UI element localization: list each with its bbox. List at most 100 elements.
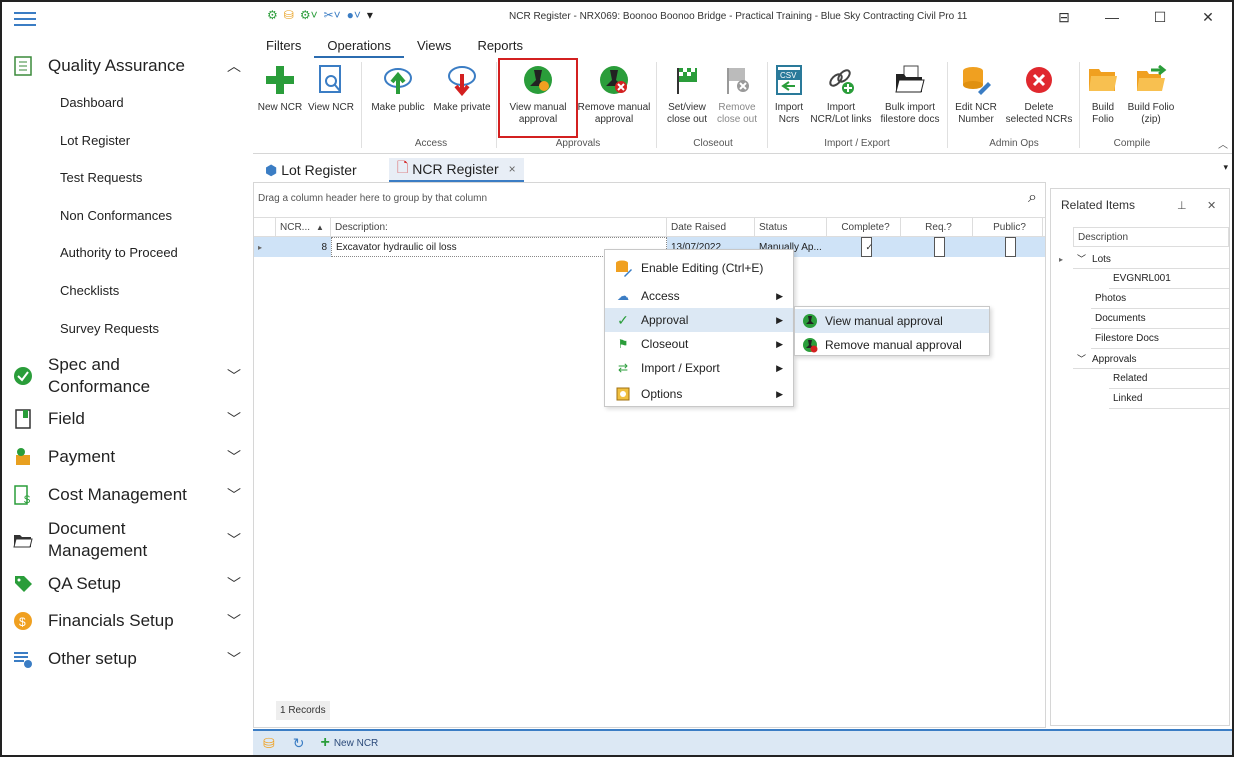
tab-ncr-register[interactable]: 🗋 NCR Register × — [389, 158, 524, 182]
make-private-button[interactable]: Make private — [431, 64, 493, 114]
sidebar-section-financials-setup[interactable]: $ Financials Setup ﹀ — [12, 610, 242, 632]
tab-operations[interactable]: Operations — [314, 36, 404, 58]
user-settings-icon[interactable]: ⚙˅ — [300, 8, 318, 22]
sidebar-section-payment[interactable]: Payment ﹀ — [12, 446, 242, 468]
remove-close-out-button[interactable]: Remove close out — [713, 64, 761, 126]
sidebar-section-quality-assurance[interactable]: Quality Assurance ︿ — [12, 55, 242, 77]
search-icon[interactable]: ⌕ — [1028, 189, 1037, 207]
new-ncr-button[interactable]: New NCR — [257, 64, 303, 114]
sidebar-item-checklists[interactable]: Checklists — [60, 283, 119, 298]
chevron-down-icon[interactable]: ﹀ — [226, 530, 242, 550]
tree-node-linked[interactable]: Linked — [1109, 389, 1229, 409]
new-ncr-bottom-button[interactable]: + New NCR — [320, 734, 378, 752]
tree-node-lot-item[interactable]: EVGNRL001 — [1109, 269, 1229, 289]
tree-node-lots[interactable]: ﹀ Lots — [1073, 249, 1229, 269]
customize-toolbar-icon[interactable]: ▾ — [367, 8, 373, 22]
chevron-down-icon[interactable]: ﹀ — [226, 574, 242, 594]
chevron-down-icon[interactable]: ﹀ — [226, 366, 242, 386]
close-button[interactable]: ✕ — [1184, 2, 1232, 32]
delete-selected-ncrs-button[interactable]: Delete selected NCRs — [1003, 64, 1075, 126]
menu-item-approval[interactable]: ✓ Approval ▶ — [605, 308, 793, 332]
sidebar-item-dashboard[interactable]: Dashboard — [60, 95, 124, 110]
sidebar-item-test-requests[interactable]: Test Requests — [60, 170, 142, 185]
row-expand-icon[interactable]: ▸ — [254, 237, 276, 257]
tab-filters[interactable]: Filters — [253, 36, 314, 58]
hamburger-menu-icon[interactable] — [14, 12, 36, 28]
refresh-icon[interactable]: ↻ — [293, 735, 305, 752]
column-header-req[interactable]: Req.? — [901, 218, 973, 236]
menu-item-access[interactable]: ☁ Access ▶ — [605, 284, 793, 308]
chevron-down-icon[interactable]: ﹀ — [226, 409, 242, 429]
ribbon-display-icon[interactable]: ⊟ — [1040, 2, 1088, 32]
tree-node-filestore-docs[interactable]: Filestore Docs — [1091, 329, 1229, 349]
chevron-down-icon[interactable]: ﹀ — [226, 611, 242, 631]
public-checkbox[interactable] — [1004, 237, 1016, 257]
row-expand-icon[interactable]: ▸ — [1059, 255, 1063, 264]
user-icon[interactable]: ●˅ — [347, 8, 361, 22]
maximize-button[interactable]: ☐ — [1136, 2, 1184, 32]
remove-manual-approval-button[interactable]: Remove manual approval — [577, 64, 651, 126]
sidebar-item-non-conformances[interactable]: Non Conformances — [60, 208, 172, 223]
req-checkbox[interactable] — [933, 237, 945, 257]
column-header-complete[interactable]: Complete? — [827, 218, 901, 236]
import-ncrs-button[interactable]: CSV Import Ncrs — [771, 64, 807, 126]
sidebar-section-field[interactable]: Field ﹀ — [12, 408, 242, 430]
column-header-date-raised[interactable]: Date Raised — [667, 218, 755, 236]
menu-item-view-manual-approval[interactable]: View manual approval — [795, 309, 989, 333]
menu-item-import-export[interactable]: ⇄ Import / Export ▶ — [605, 356, 793, 380]
sidebar-item-authority-to-proceed[interactable]: Authority to Proceed — [60, 245, 178, 260]
tab-views[interactable]: Views — [404, 36, 464, 58]
sidebar-section-cost-management[interactable]: $ Cost Management ﹀ — [12, 484, 242, 506]
set-view-close-out-button[interactable]: Set/view close out — [663, 64, 711, 126]
sidebar-section-qa-setup[interactable]: QA Setup ﹀ — [12, 573, 242, 595]
chevron-up-icon[interactable]: ︿ — [226, 56, 242, 76]
tree-node-documents[interactable]: Documents — [1091, 309, 1229, 329]
column-header-public[interactable]: Public? — [973, 218, 1043, 236]
import-ncr-lot-links-button[interactable]: Import NCR/Lot links — [809, 64, 873, 126]
related-column-header[interactable]: Description — [1073, 227, 1229, 247]
close-panel-icon[interactable]: ✕ — [1207, 199, 1216, 212]
close-tab-icon[interactable]: × — [509, 162, 516, 176]
minimize-button[interactable]: — — [1088, 2, 1136, 32]
database-edit-icon[interactable]: ⛁ — [263, 735, 275, 752]
pin-icon[interactable]: ⊥ — [1177, 199, 1187, 212]
build-folio-button[interactable]: Build Folio — [1085, 64, 1121, 126]
collapse-icon[interactable]: ﹀ — [1077, 354, 1086, 364]
chevron-down-icon[interactable]: ﹀ — [226, 447, 242, 467]
tab-dropdown-icon[interactable]: ▾ — [1223, 162, 1228, 173]
menu-item-options[interactable]: Options ▶ — [605, 382, 793, 406]
build-folio-zip-button[interactable]: Build Folio (zip) — [1123, 64, 1179, 126]
menu-item-closeout[interactable]: ⚑ Closeout ▶ — [605, 332, 793, 356]
collapse-ribbon-icon[interactable]: ︿ — [1218, 136, 1228, 151]
tree-node-photos[interactable]: Photos — [1091, 289, 1229, 309]
database-icon[interactable]: ⛁ — [284, 8, 294, 22]
column-header-ncr[interactable]: NCR... ▲ — [276, 218, 331, 236]
bulk-import-filestore-docs-button[interactable]: Bulk import filestore docs — [877, 64, 943, 126]
approval-icon[interactable]: ⚙ — [267, 8, 278, 22]
sidebar-section-document-management[interactable]: Document Management ﹀ — [12, 518, 242, 562]
group-by-hint[interactable]: Drag a column header here to group by th… — [258, 193, 487, 204]
complete-checkbox[interactable]: ✓ — [860, 237, 873, 257]
collapse-icon[interactable]: ﹀ — [1077, 254, 1086, 264]
menu-item-enable-editing[interactable]: Enable Editing (Ctrl+E) — [605, 256, 793, 280]
view-ncr-button[interactable]: View NCR — [307, 64, 355, 114]
tab-lot-register[interactable]: ⬢ Lot Register — [257, 158, 365, 182]
view-manual-approval-button[interactable]: View manual approval — [503, 64, 573, 126]
sidebar-section-spec-conformance[interactable]: Spec and Conformance ﹀ — [12, 354, 242, 398]
tab-reports[interactable]: Reports — [464, 36, 536, 58]
cell-complete[interactable]: ✓ — [827, 237, 901, 257]
cell-req[interactable] — [901, 237, 973, 257]
tree-node-related[interactable]: Related — [1109, 369, 1229, 389]
column-header-status[interactable]: Status — [755, 218, 827, 236]
column-header-description[interactable]: Description: — [331, 218, 667, 236]
tools-icon[interactable]: ✂˅ — [324, 8, 341, 22]
chevron-down-icon[interactable]: ﹀ — [226, 485, 242, 505]
tree-node-approvals[interactable]: ﹀ Approvals — [1073, 349, 1229, 369]
sidebar-item-lot-register[interactable]: Lot Register — [60, 133, 130, 148]
make-public-button[interactable]: Make public — [369, 64, 427, 114]
menu-item-remove-manual-approval[interactable]: Remove manual approval — [795, 333, 989, 357]
sidebar-section-other-setup[interactable]: Other setup ﹀ — [12, 648, 242, 670]
edit-ncr-number-button[interactable]: Edit NCR Number — [953, 64, 999, 126]
cell-public[interactable] — [973, 237, 1043, 257]
chevron-down-icon[interactable]: ﹀ — [226, 649, 242, 669]
